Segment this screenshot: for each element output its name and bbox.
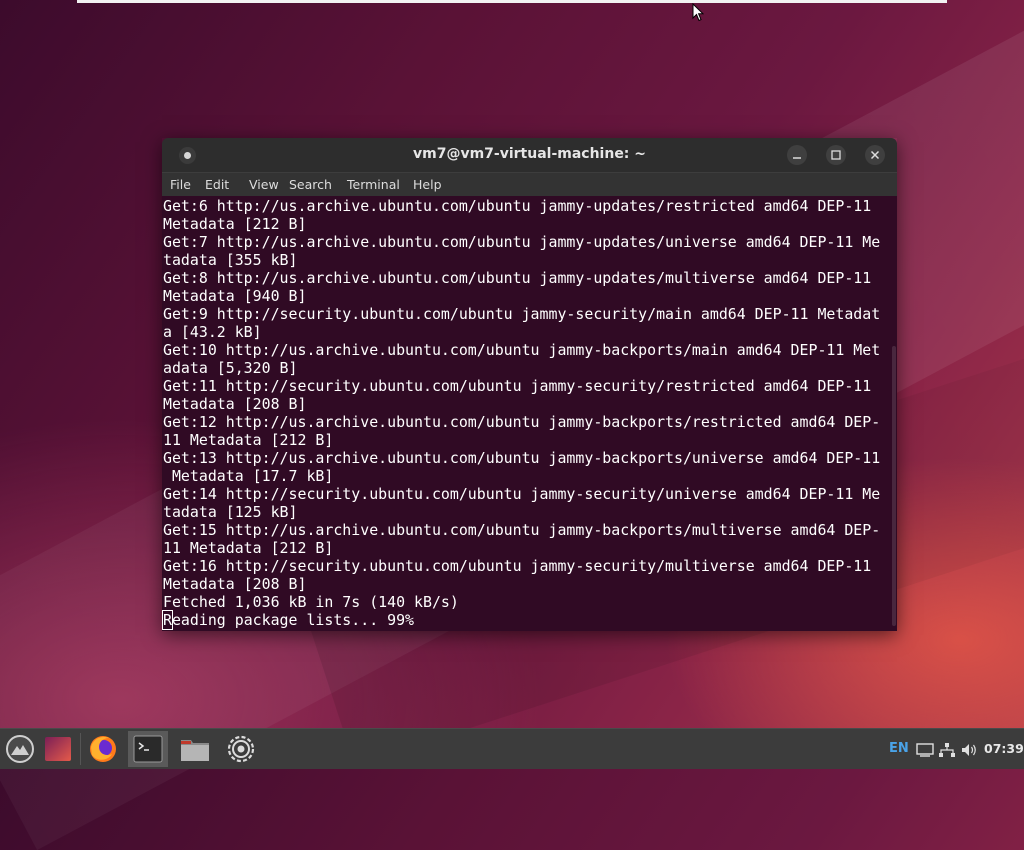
terminal-line: Metadata [208 B] — [163, 395, 307, 413]
menu-edit[interactable]: Edit — [205, 177, 229, 192]
terminal-line: adata [5,320 B] — [163, 359, 298, 377]
mountain-logo-icon — [6, 735, 34, 763]
terminal-line: Get:7 http://us.archive.ubuntu.com/ubunt… — [163, 233, 881, 251]
terminal-line: Get:15 http://us.archive.ubuntu.com/ubun… — [163, 521, 881, 539]
terminal-line: Get:11 http://security.ubuntu.com/ubuntu… — [163, 377, 872, 395]
firefox-icon — [90, 736, 116, 762]
taskbar: EN 07:39 — [0, 728, 1024, 769]
maximize-button[interactable] — [826, 145, 846, 165]
folder-icon — [181, 740, 209, 761]
menu-file[interactable]: File — [170, 177, 191, 192]
show-desktop-button[interactable] — [38, 731, 78, 767]
terminal-line: Get:6 http://us.archive.ubuntu.com/ubunt… — [163, 197, 872, 215]
terminal-line: Get:12 http://us.archive.ubuntu.com/ubun… — [163, 413, 881, 431]
menu-search[interactable]: Search — [289, 177, 332, 192]
top-panel-strip — [77, 0, 947, 3]
terminal-line: Get:8 http://us.archive.ubuntu.com/ubunt… — [163, 269, 872, 287]
terminal-line: 11 Metadata [212 B] — [163, 539, 334, 557]
minimize-button[interactable] — [787, 145, 807, 165]
terminal-line: Get:10 http://us.archive.ubuntu.com/ubun… — [163, 341, 881, 359]
terminal-line: Get:14 http://security.ubuntu.com/ubuntu… — [163, 485, 881, 503]
network-icon — [939, 742, 955, 757]
volume-icon — [962, 743, 976, 756]
terminal-titlebar[interactable]: vm7@vm7-virtual-machine: ~ — [162, 138, 897, 172]
terminal-line: 11 Metadata [212 B] — [163, 431, 334, 449]
terminal-line: Metadata [17.7 kB] — [163, 467, 334, 485]
terminal-line: Fetched 1,036 kB in 7s (140 kB/s) — [163, 593, 459, 611]
desktop-icon — [45, 737, 71, 761]
terminal-scrollbar[interactable] — [892, 346, 896, 626]
gear-icon — [227, 735, 255, 763]
terminal-line: Metadata [212 B] — [163, 215, 307, 233]
terminal-menubar: File Edit View Search Terminal Help — [162, 172, 897, 197]
menu-view[interactable]: View — [249, 177, 279, 192]
settings-button[interactable] — [221, 731, 261, 767]
terminal-line: Metadata [940 B] — [163, 287, 307, 305]
mouse-pointer-icon — [692, 3, 704, 22]
terminal-line: Get:16 http://security.ubuntu.com/ubuntu… — [163, 557, 872, 575]
terminal-text: Get:6 http://us.archive.ubuntu.com/ubunt… — [163, 197, 880, 611]
language-indicator[interactable]: EN — [889, 729, 909, 769]
close-button[interactable] — [865, 145, 885, 165]
menu-terminal[interactable]: Terminal — [347, 177, 400, 192]
minimize-icon — [793, 157, 801, 159]
close-icon — [870, 150, 880, 160]
network-tray-button[interactable] — [938, 729, 956, 769]
terminal-line: Get:13 http://us.archive.ubuntu.com/ubun… — [163, 449, 881, 467]
terminal-output[interactable]: Get:6 http://us.archive.ubuntu.com/ubunt… — [162, 196, 897, 631]
volume-tray-button[interactable] — [960, 729, 978, 769]
maximize-icon — [831, 150, 841, 160]
menu-help[interactable]: Help — [413, 177, 442, 192]
terminal-line: Get:9 http://security.ubuntu.com/ubuntu … — [163, 305, 881, 323]
terminal-icon — [133, 735, 163, 763]
app-menu-button[interactable] — [0, 731, 40, 767]
terminal-taskbar-button[interactable] — [128, 731, 168, 767]
terminal-window[interactable]: vm7@vm7-virtual-machine: ~ File Edit Vie… — [162, 138, 897, 631]
firefox-button[interactable] — [83, 731, 123, 767]
display-tray-button[interactable] — [916, 729, 934, 769]
terminal-line: Metadata [208 B] — [163, 575, 307, 593]
current-line-text: eading package lists... 99% — [171, 611, 415, 629]
files-button[interactable] — [175, 731, 215, 767]
display-icon — [916, 742, 934, 757]
text-cursor: R — [162, 610, 173, 630]
terminal-line: a [43.2 kB] — [163, 323, 262, 341]
terminal-line: tadata [355 kB] — [163, 251, 298, 269]
terminal-current-line: Reading package lists... 99% — [162, 610, 415, 630]
clock[interactable]: 07:39 — [984, 729, 1024, 769]
terminal-line: tadata [125 kB] — [163, 503, 298, 521]
